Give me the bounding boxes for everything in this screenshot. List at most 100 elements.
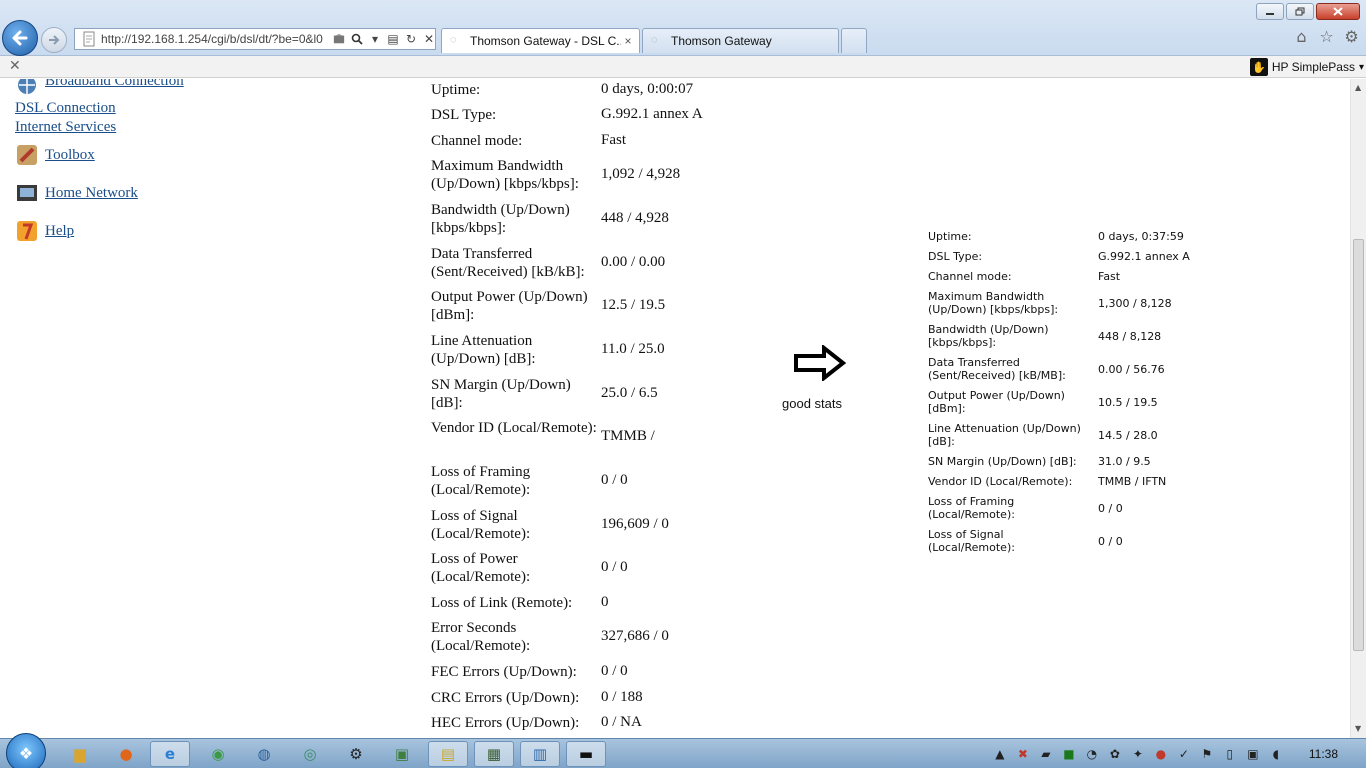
taskbar-cmd[interactable]: ▬ <box>566 741 606 767</box>
tray-icon[interactable]: ▰ <box>1038 746 1054 762</box>
stat-value: 0 days, 0:37:59 <box>1098 230 1184 243</box>
stat-value: Fast <box>601 132 627 148</box>
compatibility-view-icon[interactable] <box>333 32 345 46</box>
window-controls <box>1256 3 1360 20</box>
forward-arrow-icon <box>49 35 60 45</box>
flag-icon[interactable]: ⚑ <box>1199 746 1215 762</box>
tab-thomson-gateway[interactable]: ◌ Thomson Gateway <box>642 28 839 53</box>
battery-icon[interactable]: ▯ <box>1222 746 1238 762</box>
refresh-icon[interactable]: ↻ <box>405 32 417 46</box>
stat-label: Vendor ID (Local/Remote): <box>431 420 597 436</box>
simplepass-logo-icon: ✋ <box>1249 58 1268 76</box>
help-icon <box>17 221 37 241</box>
stat-value: 448 / 4,928 <box>601 210 669 226</box>
taskbar-steam[interactable]: ⚙ <box>336 741 376 767</box>
page-icon <box>83 31 95 47</box>
scroll-up-icon[interactable]: ▲ <box>1355 83 1361 92</box>
tray-icon[interactable]: ◔ <box>1084 746 1100 762</box>
tray-icon[interactable]: ✖ <box>1015 746 1031 762</box>
app-icon: ◎ <box>303 745 317 763</box>
scroll-thumb[interactable] <box>1353 239 1364 651</box>
close-icon <box>1333 7 1343 16</box>
sidebar-item-toolbox[interactable]: Toolbox <box>45 147 95 164</box>
taskbar-chrome[interactable]: ◉ <box>198 741 238 767</box>
tab-label: Thomson Gateway - DSL C... <box>470 34 621 48</box>
address-bar[interactable]: http://192.168.1.254/cgi/b/dsl/dt/?be=0&… <box>74 28 436 50</box>
tray-icon[interactable]: ✦ <box>1130 746 1146 762</box>
annotation-label: good stats <box>782 396 842 411</box>
tray-icon[interactable]: ● <box>1153 746 1169 762</box>
stat-label: Output Power (Up/Down) [dBm]: <box>431 289 588 323</box>
close-window-button[interactable] <box>1316 3 1360 20</box>
page-content: Broadband Connection DSL Connection Inte… <box>0 79 1350 738</box>
taskbar-app-6[interactable]: ◎ <box>290 741 330 767</box>
taskbar-app-9[interactable]: ▤ <box>428 741 468 767</box>
stat-value: 1,092 / 4,928 <box>601 166 681 182</box>
restore-button[interactable] <box>1286 3 1314 20</box>
scroll-down-icon[interactable]: ▼ <box>1355 724 1361 733</box>
taskbar-app-8[interactable]: ▣ <box>382 741 422 767</box>
forward-button[interactable] <box>41 27 67 53</box>
vertical-scrollbar[interactable]: ▲ ▼ <box>1350 79 1366 738</box>
tray-icon[interactable]: ✓ <box>1176 746 1192 762</box>
stat-label: Loss of Signal (Local/Remote): <box>928 528 1015 554</box>
tab-close-icon[interactable]: × <box>621 34 635 48</box>
network-icon[interactable]: ▣ <box>1245 746 1261 762</box>
taskbar-explorer[interactable]: ▆ <box>60 741 100 767</box>
back-arrow-icon <box>12 30 28 46</box>
taskbar-firefox[interactable]: ● <box>106 741 146 767</box>
windows-logo-icon: ❖ <box>18 743 34 763</box>
home-icon[interactable]: ⌂ <box>1293 27 1310 46</box>
tab-dsl-connection[interactable]: ◌ Thomson Gateway - DSL C... × <box>441 28 640 53</box>
compatibility-icon[interactable]: ▤ <box>387 32 399 46</box>
taskbar-app-5[interactable]: ◍ <box>244 741 284 767</box>
taskbar-ie[interactable]: e <box>150 741 190 767</box>
sidebar-item-broadband-connection[interactable]: Broadband Connection <box>45 79 184 90</box>
stat-label: DSL Type: <box>928 250 983 263</box>
stat-label: Maximum Bandwidth (Up/Down) [kbps/kbps]: <box>431 158 579 192</box>
tray-expand-icon[interactable]: ▲ <box>992 746 1008 762</box>
search-icon[interactable] <box>351 32 363 46</box>
back-button[interactable] <box>2 20 38 56</box>
volume-icon[interactable]: ◖ <box>1268 746 1284 762</box>
hp-simplepass[interactable]: ✋ HP SimplePass ▾ <box>1249 57 1364 77</box>
stat-value: 0 / 0 <box>1098 535 1123 548</box>
chevron-down-icon: ▾ <box>1358 61 1364 73</box>
toolbox-icon <box>17 145 37 165</box>
favorites-star-icon[interactable]: ☆ <box>1318 27 1335 46</box>
stat-label: Loss of Link (Remote): <box>431 595 573 611</box>
stat-label: Error Seconds (Local/Remote): <box>431 620 531 654</box>
stat-value: 0 <box>601 594 609 610</box>
stop-icon[interactable]: ✕ <box>423 32 435 46</box>
stat-value: G.992.1 annex A <box>1098 250 1190 263</box>
right-arrow-icon <box>794 345 847 381</box>
tab-label: Thomson Gateway <box>671 34 772 48</box>
stat-label: Data Transferred (Sent/Received) [kB/kB]… <box>431 246 585 280</box>
app-icon: ◍ <box>257 745 271 763</box>
close-toolbar-icon[interactable]: ✕ <box>9 58 21 74</box>
stat-label: Channel mode: <box>431 133 523 149</box>
start-button[interactable]: ❖ <box>6 733 46 768</box>
gear-icon[interactable]: ⚙ <box>1343 27 1360 46</box>
sidebar-item-home-network[interactable]: Home Network <box>45 185 138 202</box>
sidebar-item-internet-services[interactable]: Internet Services <box>15 119 116 136</box>
stat-value: Fast <box>1098 270 1121 283</box>
app-icon: ▤ <box>440 745 456 763</box>
stat-value: G.992.1 annex A <box>601 106 703 122</box>
stat-value: 0 / 188 <box>601 689 643 705</box>
url-text[interactable]: http://192.168.1.254/cgi/b/dsl/dt/?be=0&… <box>101 32 329 46</box>
tray-icon[interactable]: ✿ <box>1107 746 1123 762</box>
restore-icon <box>1295 7 1305 16</box>
sidebar-item-dsl-connection[interactable]: DSL Connection <box>15 100 116 117</box>
stat-label: Vendor ID (Local/Remote): <box>928 475 1073 488</box>
clock[interactable]: 11:38 <box>1309 747 1338 761</box>
tray-icon[interactable]: ■ <box>1061 746 1077 762</box>
taskbar-app-11[interactable]: ▥ <box>520 741 560 767</box>
new-tab-button[interactable] <box>841 28 867 53</box>
dropdown-icon[interactable]: ▾ <box>369 32 381 46</box>
app-icon: ▥ <box>532 745 548 763</box>
minimize-button[interactable] <box>1256 3 1284 20</box>
stat-value: 0 / 0 <box>601 559 628 575</box>
sidebar-item-help[interactable]: Help <box>45 223 74 240</box>
taskbar-app-10[interactable]: ▦ <box>474 741 514 767</box>
